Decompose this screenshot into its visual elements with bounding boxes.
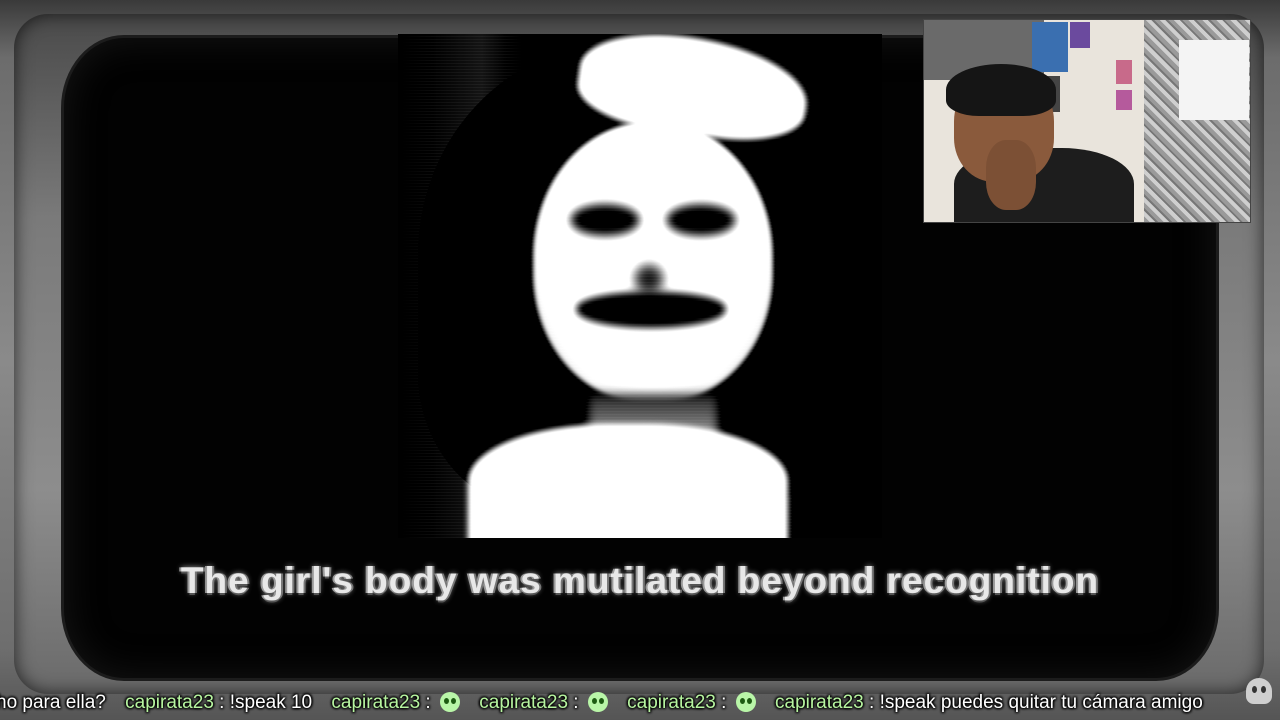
chat-message-text: !speak 10: [229, 692, 313, 713]
wall-poster: [1032, 22, 1068, 72]
chat-username: capirata23: [125, 692, 214, 713]
ghost-icon: [1246, 678, 1272, 704]
chat-username: capirata23: [627, 692, 716, 713]
chat-ticker: ho para ella? capirata23 : !speak 10 cap…: [0, 686, 1280, 720]
green-ghost-emote-icon: [735, 692, 756, 712]
video-caption: The girl's body was mutilated beyond rec…: [180, 560, 1100, 601]
green-ghost-emote-icon: [587, 692, 608, 712]
chat-username: capirata23: [775, 692, 864, 713]
chat-message: capirata23 :: [331, 686, 460, 720]
chat-message: capirata23 : !speak puedes quitar tu cám…: [775, 692, 1203, 713]
chat-message: capirata23 :: [627, 686, 756, 720]
green-ghost-emote-icon: [440, 692, 460, 712]
webcam-overlay: [923, 19, 1251, 223]
chat-username: capirata23: [479, 692, 569, 713]
horror-photo: [398, 34, 882, 538]
chat-message: capirata23 : !speak 10: [125, 692, 313, 713]
chat-username: capirata23: [331, 692, 421, 713]
chat-message: capirata23 :: [479, 686, 608, 720]
wall-poster: [1070, 22, 1090, 48]
chat-message-text: !speak puedes quitar tu cámara amigo: [879, 692, 1203, 713]
wall-poster: [1116, 60, 1132, 84]
chat-message-text: ho para ella?: [0, 692, 106, 713]
wall-poster: [1116, 90, 1132, 110]
